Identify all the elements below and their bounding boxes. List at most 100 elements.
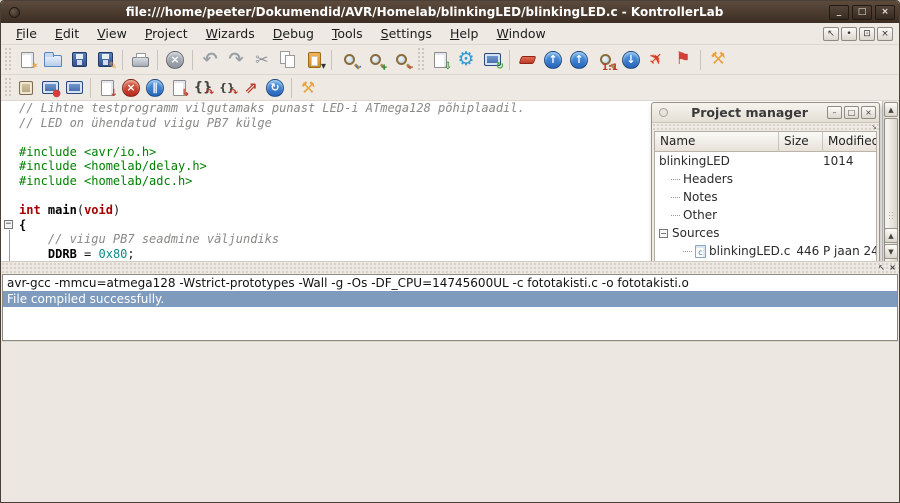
step-out-icon[interactable]: ⇗ (239, 77, 263, 99)
undo-icon[interactable]: ↶ (197, 48, 223, 72)
program-fuses-icon[interactable]: ⚑ (670, 48, 696, 72)
scroll-up2-icon[interactable]: ▲ (884, 228, 898, 243)
panel-close-icon[interactable]: × (889, 263, 896, 273)
toolbar-handle[interactable] (4, 77, 11, 98)
project-tree-row[interactable]: Headers (655, 170, 876, 188)
fold-margin (1, 247, 19, 261)
verify-device-icon[interactable]: 1:1 (592, 48, 618, 72)
start-debug-icon[interactable]: ↓ (95, 77, 119, 99)
cut-icon[interactable]: ✂ (249, 48, 275, 72)
project-manager-titlebar[interactable]: Project manager – □ × (652, 103, 879, 123)
redo-icon[interactable]: ↷ (223, 48, 249, 72)
maximize-button[interactable]: □ (852, 5, 872, 20)
erase-device-icon[interactable] (514, 48, 540, 72)
step-over-icon[interactable]: {}↷ (191, 77, 215, 99)
menu-settings[interactable]: Settings (372, 24, 441, 43)
scroll-down-icon[interactable]: ▼ (884, 244, 898, 259)
fold-margin (1, 232, 19, 247)
project-tree-header[interactable]: Name Size Modified (655, 132, 876, 152)
pm-minimize-button[interactable]: – (827, 106, 842, 119)
editor-vertical-scrollbar[interactable]: ▲ ▲ ▼ (882, 101, 899, 261)
find-icon[interactable]: ·· (336, 48, 362, 72)
menu-help[interactable]: Help (441, 24, 488, 43)
pause-debug-icon[interactable]: ∥ (143, 77, 167, 99)
compiler-status-line[interactable]: File compiled successfully. (3, 291, 897, 307)
project-tree-row[interactable]: blinkingLED1014 (655, 152, 876, 170)
toolbar-separator (291, 78, 292, 98)
compiler-output[interactable]: avr-gcc -mmcu=atmega128 -Wstrict-prototy… (2, 274, 898, 341)
zoom-out-icon[interactable]: − (388, 48, 414, 72)
column-name[interactable]: Name (655, 132, 779, 152)
scroll-up-icon[interactable]: ▲ (884, 102, 898, 117)
mdi-restore-icon[interactable]: ↖ (823, 27, 839, 41)
project-tree-row[interactable]: −Sources (655, 224, 876, 242)
mdi-minimize-icon[interactable]: • (841, 27, 857, 41)
menu-debug[interactable]: Debug (264, 24, 323, 43)
fold-marker-icon[interactable]: − (4, 220, 13, 229)
zoom-in-icon[interactable]: + (362, 48, 388, 72)
mdi-close-icon[interactable]: × (877, 27, 893, 41)
new-file-icon[interactable]: ✶ (14, 48, 40, 72)
rebuild-project-icon[interactable]: ↻ (479, 48, 505, 72)
mdi-maximize-icon[interactable]: ⊡ (859, 27, 875, 41)
toolbar-separator (122, 50, 123, 70)
debug-toolbar: ●↓×∥↳{}↷{}↷⇗↻⚒ (1, 75, 899, 101)
ignite-run-icon[interactable]: ✈ (644, 48, 670, 72)
fold-margin (1, 189, 19, 204)
stop-operation-icon[interactable]: × (162, 48, 188, 72)
menu-edit[interactable]: Edit (46, 24, 88, 43)
program-flash-icon[interactable]: ↑ (540, 48, 566, 72)
restart-debug-icon[interactable]: ↻ (263, 77, 287, 99)
menubar: FileEditViewProjectWizardsDebugToolsSett… (1, 23, 899, 45)
compile-file-icon[interactable]: ⇩ (427, 48, 453, 72)
toolbar-handle[interactable] (4, 47, 11, 72)
tree-item-meta: P jaan 24 (823, 244, 877, 258)
read-device-icon[interactable]: ↓ (618, 48, 644, 72)
tree-item-label: blinkingLED (659, 154, 730, 168)
menu-view[interactable]: View (88, 24, 136, 43)
toolbar-separator (157, 50, 158, 70)
fold-margin (1, 130, 19, 145)
output-panel-handle[interactable]: ↖ × (1, 261, 899, 274)
project-tree-row[interactable]: Notes (655, 188, 876, 206)
serial-plotter-icon[interactable] (62, 77, 86, 99)
tree-item-size: 446 (796, 244, 819, 258)
project-tree-row[interactable]: cblinkingLED.c446P jaan 24 (655, 242, 876, 260)
pm-drag-strip[interactable]: ↘ (652, 123, 879, 131)
minimize-button[interactable]: _ (829, 5, 849, 20)
titlebar: file:///home/peeter/Dokumendid/AVR/Homel… (1, 1, 899, 23)
toolbar-separator (331, 50, 332, 70)
menu-window[interactable]: Window (487, 24, 554, 43)
column-modified[interactable]: Modified (823, 132, 877, 152)
program-eeprom-icon[interactable]: ↑ (566, 48, 592, 72)
debugger-chip-icon[interactable] (14, 77, 38, 99)
project-tree: Name Size Modified blinkingLED1014Header… (654, 131, 877, 261)
pm-close-button[interactable]: × (861, 106, 876, 119)
column-size[interactable]: Size (779, 132, 823, 152)
close-button[interactable]: × (875, 5, 895, 20)
pm-maximize-button[interactable]: □ (844, 106, 859, 119)
serial-terminal-icon[interactable]: ● (38, 77, 62, 99)
menu-project[interactable]: Project (136, 24, 197, 43)
project-manager-icon (659, 108, 668, 117)
stop-debug-icon[interactable]: × (119, 77, 143, 99)
panel-restore-icon[interactable]: ↖ (878, 263, 885, 273)
fold-margin (1, 203, 19, 218)
save-icon[interactable] (66, 48, 92, 72)
menu-file[interactable]: File (7, 24, 46, 43)
build-project-icon[interactable]: ⚙ (453, 48, 479, 72)
configure-programmer-icon[interactable]: ⚒ (705, 48, 731, 72)
save-as-icon[interactable]: ✎ (92, 48, 118, 72)
print-icon[interactable] (127, 48, 153, 72)
menu-tools[interactable]: Tools (323, 24, 372, 43)
open-file-icon[interactable] (40, 48, 66, 72)
step-into-icon[interactable]: {}↷ (215, 77, 239, 99)
paste-icon[interactable]: ▾ (301, 48, 327, 72)
copy-icon[interactable] (275, 48, 301, 72)
project-tree-row[interactable]: Other (655, 206, 876, 224)
debug-settings-icon[interactable]: ⚒ (296, 77, 320, 99)
toolbar-handle[interactable] (417, 47, 424, 72)
tree-collapse-icon[interactable]: − (659, 229, 668, 238)
step-instruction-icon[interactable]: ↳ (167, 77, 191, 99)
menu-wizards[interactable]: Wizards (197, 24, 264, 43)
